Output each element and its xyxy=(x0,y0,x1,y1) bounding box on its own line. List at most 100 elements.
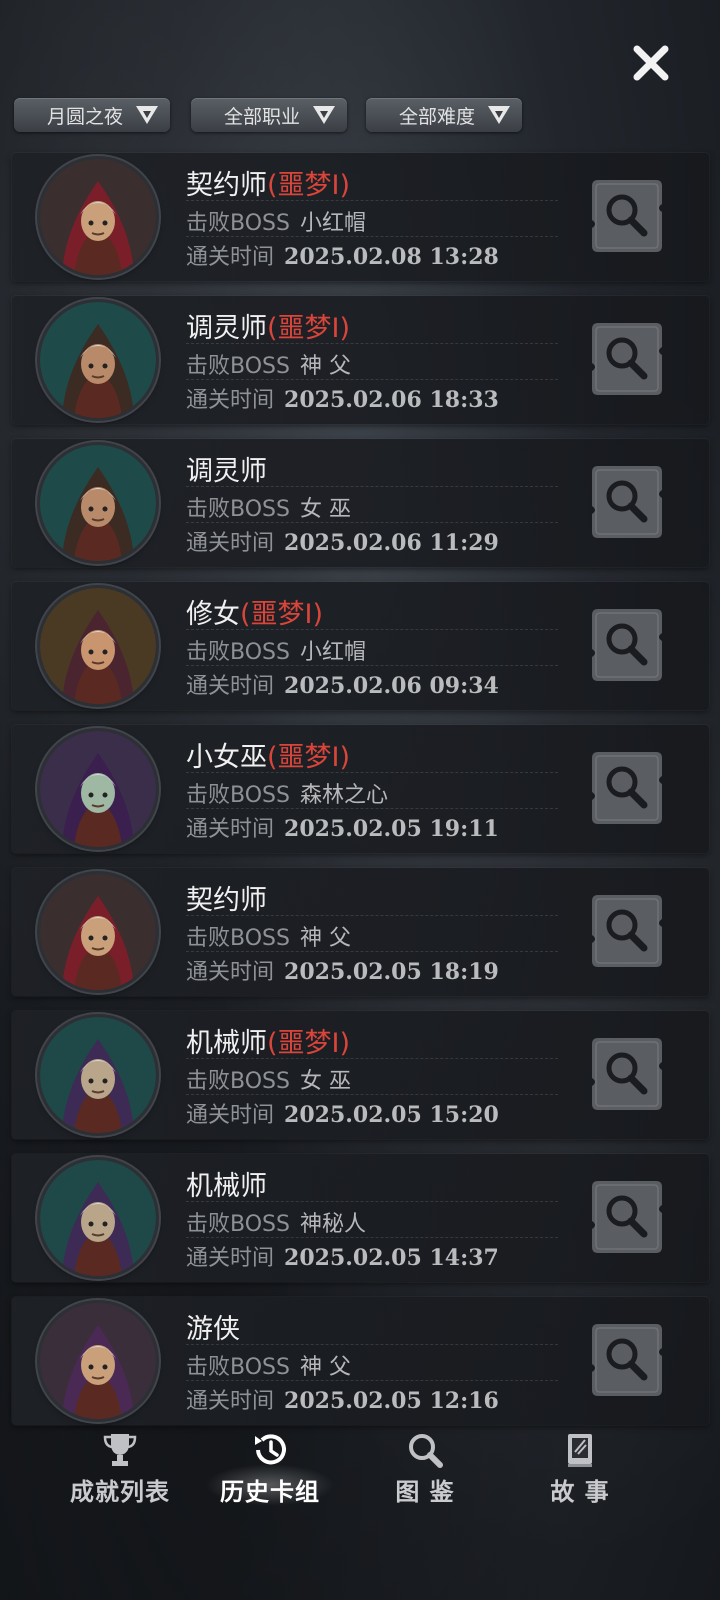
close-icon xyxy=(633,45,669,81)
character-name-line: 调灵师 xyxy=(186,449,267,488)
divider xyxy=(186,808,558,809)
time-line: 通关时间 2025.02.05 15:20 xyxy=(186,1097,499,1129)
character-portrait-icon xyxy=(40,731,156,847)
time-label: 通关时间 xyxy=(186,1103,275,1128)
nav-history[interactable]: 历史卡组 xyxy=(195,1420,345,1520)
boss-label: 击败BOSS xyxy=(186,1212,290,1237)
history-record: 机械师(噩梦I) 击败BOSS 女 巫 通关时间 2025.02.05 15:20 xyxy=(12,1011,709,1139)
view-deck-button[interactable] xyxy=(586,462,666,542)
divider xyxy=(186,1380,558,1381)
character-name-line: 契约师 xyxy=(186,878,267,917)
difficulty-tag: (噩梦I) xyxy=(267,742,351,773)
nav-achievements[interactable]: 成就列表 xyxy=(45,1420,195,1520)
view-deck-button[interactable] xyxy=(586,1177,666,1257)
nav-collection[interactable]: 图 鉴 xyxy=(350,1420,500,1520)
character-name: 游侠 xyxy=(186,1314,240,1345)
character-avatar xyxy=(40,1160,156,1276)
magnifier-icon xyxy=(592,323,662,395)
time-line: 通关时间 2025.02.08 13:28 xyxy=(186,239,499,271)
nav-achievements-label: 成就列表 xyxy=(70,1478,170,1506)
clear-time: 2025.02.06 09:34 xyxy=(284,673,499,699)
view-deck-button[interactable] xyxy=(586,1034,666,1114)
nav-history-label: 历史卡组 xyxy=(220,1478,320,1506)
boss-line: 击败BOSS 女 巫 xyxy=(186,1063,351,1095)
view-deck-button[interactable] xyxy=(586,1320,666,1400)
character-name: 契约师 xyxy=(186,170,267,201)
time-line: 通关时间 2025.02.05 18:19 xyxy=(186,954,499,986)
divider xyxy=(186,486,558,487)
divider xyxy=(186,200,558,201)
time-line: 通关时间 2025.02.06 18:33 xyxy=(186,382,499,414)
clear-time: 2025.02.05 15:20 xyxy=(284,1102,499,1128)
history-record: 契约师 击败BOSS 神 父 通关时间 2025.02.05 18:19 xyxy=(12,868,709,996)
nav-collection-label: 图 鉴 xyxy=(395,1478,455,1506)
boss-line: 击败BOSS 神秘人 xyxy=(186,1206,366,1238)
character-portrait-icon xyxy=(40,445,156,561)
view-deck-button[interactable] xyxy=(586,891,666,971)
magnifier-icon xyxy=(592,180,662,252)
view-deck-button[interactable] xyxy=(586,176,666,256)
filter-mode[interactable]: 月圆之夜 xyxy=(14,98,170,132)
character-portrait-icon xyxy=(40,1160,156,1276)
boss-line: 击败BOSS 森林之心 xyxy=(186,777,388,809)
clear-time: 2025.02.05 18:19 xyxy=(284,959,499,985)
divider xyxy=(186,343,558,344)
filter-dropdown-icon xyxy=(313,106,335,124)
filter-difficulty[interactable]: 全部难度 xyxy=(366,98,522,132)
boss-name: 神 父 xyxy=(299,926,351,951)
time-line: 通关时间 2025.02.06 11:29 xyxy=(186,525,499,557)
history-record: 调灵师(噩梦I) 击败BOSS 神 父 通关时间 2025.02.06 18:33 xyxy=(12,296,709,424)
character-portrait-icon xyxy=(40,302,156,418)
character-avatar xyxy=(40,874,156,990)
magnifier-icon xyxy=(592,466,662,538)
magnifier-icon xyxy=(592,895,662,967)
filter-bar: 月圆之夜 全部职业 全部难度 xyxy=(14,98,714,134)
boss-name: 神 父 xyxy=(299,1355,351,1380)
view-deck-button[interactable] xyxy=(586,319,666,399)
filter-class[interactable]: 全部职业 xyxy=(191,98,347,132)
boss-name: 小红帽 xyxy=(299,640,366,665)
character-avatar xyxy=(40,1017,156,1133)
boss-name: 神秘人 xyxy=(299,1212,366,1237)
divider xyxy=(186,772,558,773)
divider xyxy=(186,1094,558,1095)
magnifier-icon xyxy=(592,1038,662,1110)
difficulty-tag: (噩梦I) xyxy=(240,599,324,630)
difficulty-tag: (噩梦I) xyxy=(267,170,351,201)
view-deck-button[interactable] xyxy=(586,605,666,685)
character-name-line: 调灵师(噩梦I) xyxy=(186,306,350,345)
character-name: 机械师 xyxy=(186,1028,267,1059)
character-avatar xyxy=(40,302,156,418)
divider xyxy=(186,379,558,380)
boss-line: 击败BOSS 小红帽 xyxy=(186,205,366,237)
book-icon xyxy=(568,1434,592,1467)
view-deck-button[interactable] xyxy=(586,748,666,828)
divider xyxy=(186,1058,558,1059)
time-label: 通关时间 xyxy=(186,531,275,556)
character-portrait-icon xyxy=(40,1303,156,1419)
character-avatar xyxy=(40,731,156,847)
trophy-icon xyxy=(103,1434,137,1466)
clear-time: 2025.02.05 19:11 xyxy=(284,816,499,842)
boss-line: 击败BOSS 女 巫 xyxy=(186,491,351,523)
nav-story[interactable]: 故 事 xyxy=(505,1420,655,1520)
boss-label: 击败BOSS xyxy=(186,1069,290,1094)
divider xyxy=(186,1237,558,1238)
character-name-line: 游侠 xyxy=(186,1307,240,1346)
character-name-line: 机械师 xyxy=(186,1164,267,1203)
character-avatar xyxy=(40,159,156,275)
close-button[interactable] xyxy=(626,38,676,88)
character-avatar xyxy=(40,445,156,561)
character-name: 调灵师 xyxy=(186,456,267,487)
time-label: 通关时间 xyxy=(186,245,275,270)
difficulty-tag: (噩梦I) xyxy=(267,1028,351,1059)
bottom-nav: 成就列表 历史卡组 图 鉴 故 事 xyxy=(0,1420,720,1520)
clear-time: 2025.02.05 14:37 xyxy=(284,1245,499,1271)
magnifier-icon xyxy=(592,1324,662,1396)
magnifier-icon xyxy=(592,609,662,681)
time-label: 通关时间 xyxy=(186,817,275,842)
character-avatar xyxy=(40,1303,156,1419)
clear-time: 2025.02.08 13:28 xyxy=(284,244,499,270)
clear-time: 2025.02.05 12:16 xyxy=(284,1388,499,1414)
boss-name: 女 巫 xyxy=(299,497,351,522)
